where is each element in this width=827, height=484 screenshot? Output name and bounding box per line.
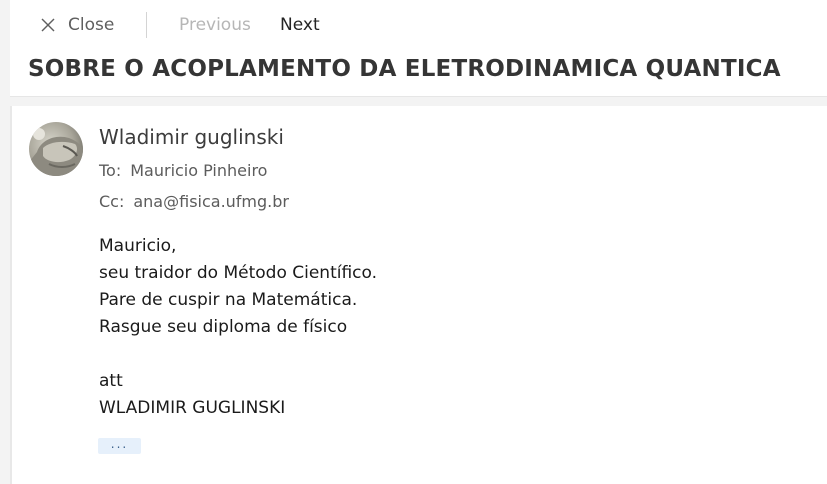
cc-label: Cc: — [99, 192, 125, 211]
avatar-photo-icon — [29, 122, 83, 176]
body-line: att — [99, 371, 123, 391]
previous-label: Previous — [179, 15, 251, 35]
message-card: Wladimir guglinski To: Mauricio Pinheiro … — [10, 106, 827, 484]
message-subject: SOBRE O ACOPLAMENTO DA ELETRODINAMICA QU… — [28, 56, 781, 82]
cc-recipient[interactable]: ana@fisica.ufmg.br — [133, 192, 289, 211]
sender-name[interactable]: Wladimir guglinski — [99, 125, 284, 149]
body-line: Rasgue seu diploma de físico — [99, 317, 348, 337]
body-line: WLADIMIR GUGLINSKI — [99, 398, 286, 418]
close-icon — [41, 18, 55, 32]
next-label: Next — [280, 15, 320, 35]
show-more-button[interactable]: ... — [98, 438, 141, 454]
body-line: Pare de cuspir na Matemática. — [99, 290, 358, 310]
body-line: Mauricio, — [99, 236, 177, 256]
sender-avatar[interactable] — [29, 122, 83, 176]
next-button[interactable]: Next — [280, 8, 320, 42]
cc-row: Cc: ana@fisica.ufmg.br — [99, 192, 289, 211]
close-label: Close — [68, 15, 115, 35]
reading-pane-header: Close Previous Next SOBRE O ACOPLAMENTO … — [10, 0, 827, 97]
previous-button[interactable]: Previous — [179, 8, 251, 42]
ellipsis-icon: ... — [110, 437, 129, 451]
close-button[interactable]: Close — [40, 8, 114, 42]
toolbar-divider — [146, 12, 147, 38]
to-recipient[interactable]: Mauricio Pinheiro — [130, 161, 267, 180]
to-row: To: Mauricio Pinheiro — [99, 161, 267, 180]
body-line: seu traidor do Método Científico. — [99, 263, 378, 283]
to-label: To: — [99, 161, 122, 180]
message-body: Mauricio, seu traidor do Método Científi… — [99, 233, 377, 422]
body-line — [99, 341, 377, 368]
